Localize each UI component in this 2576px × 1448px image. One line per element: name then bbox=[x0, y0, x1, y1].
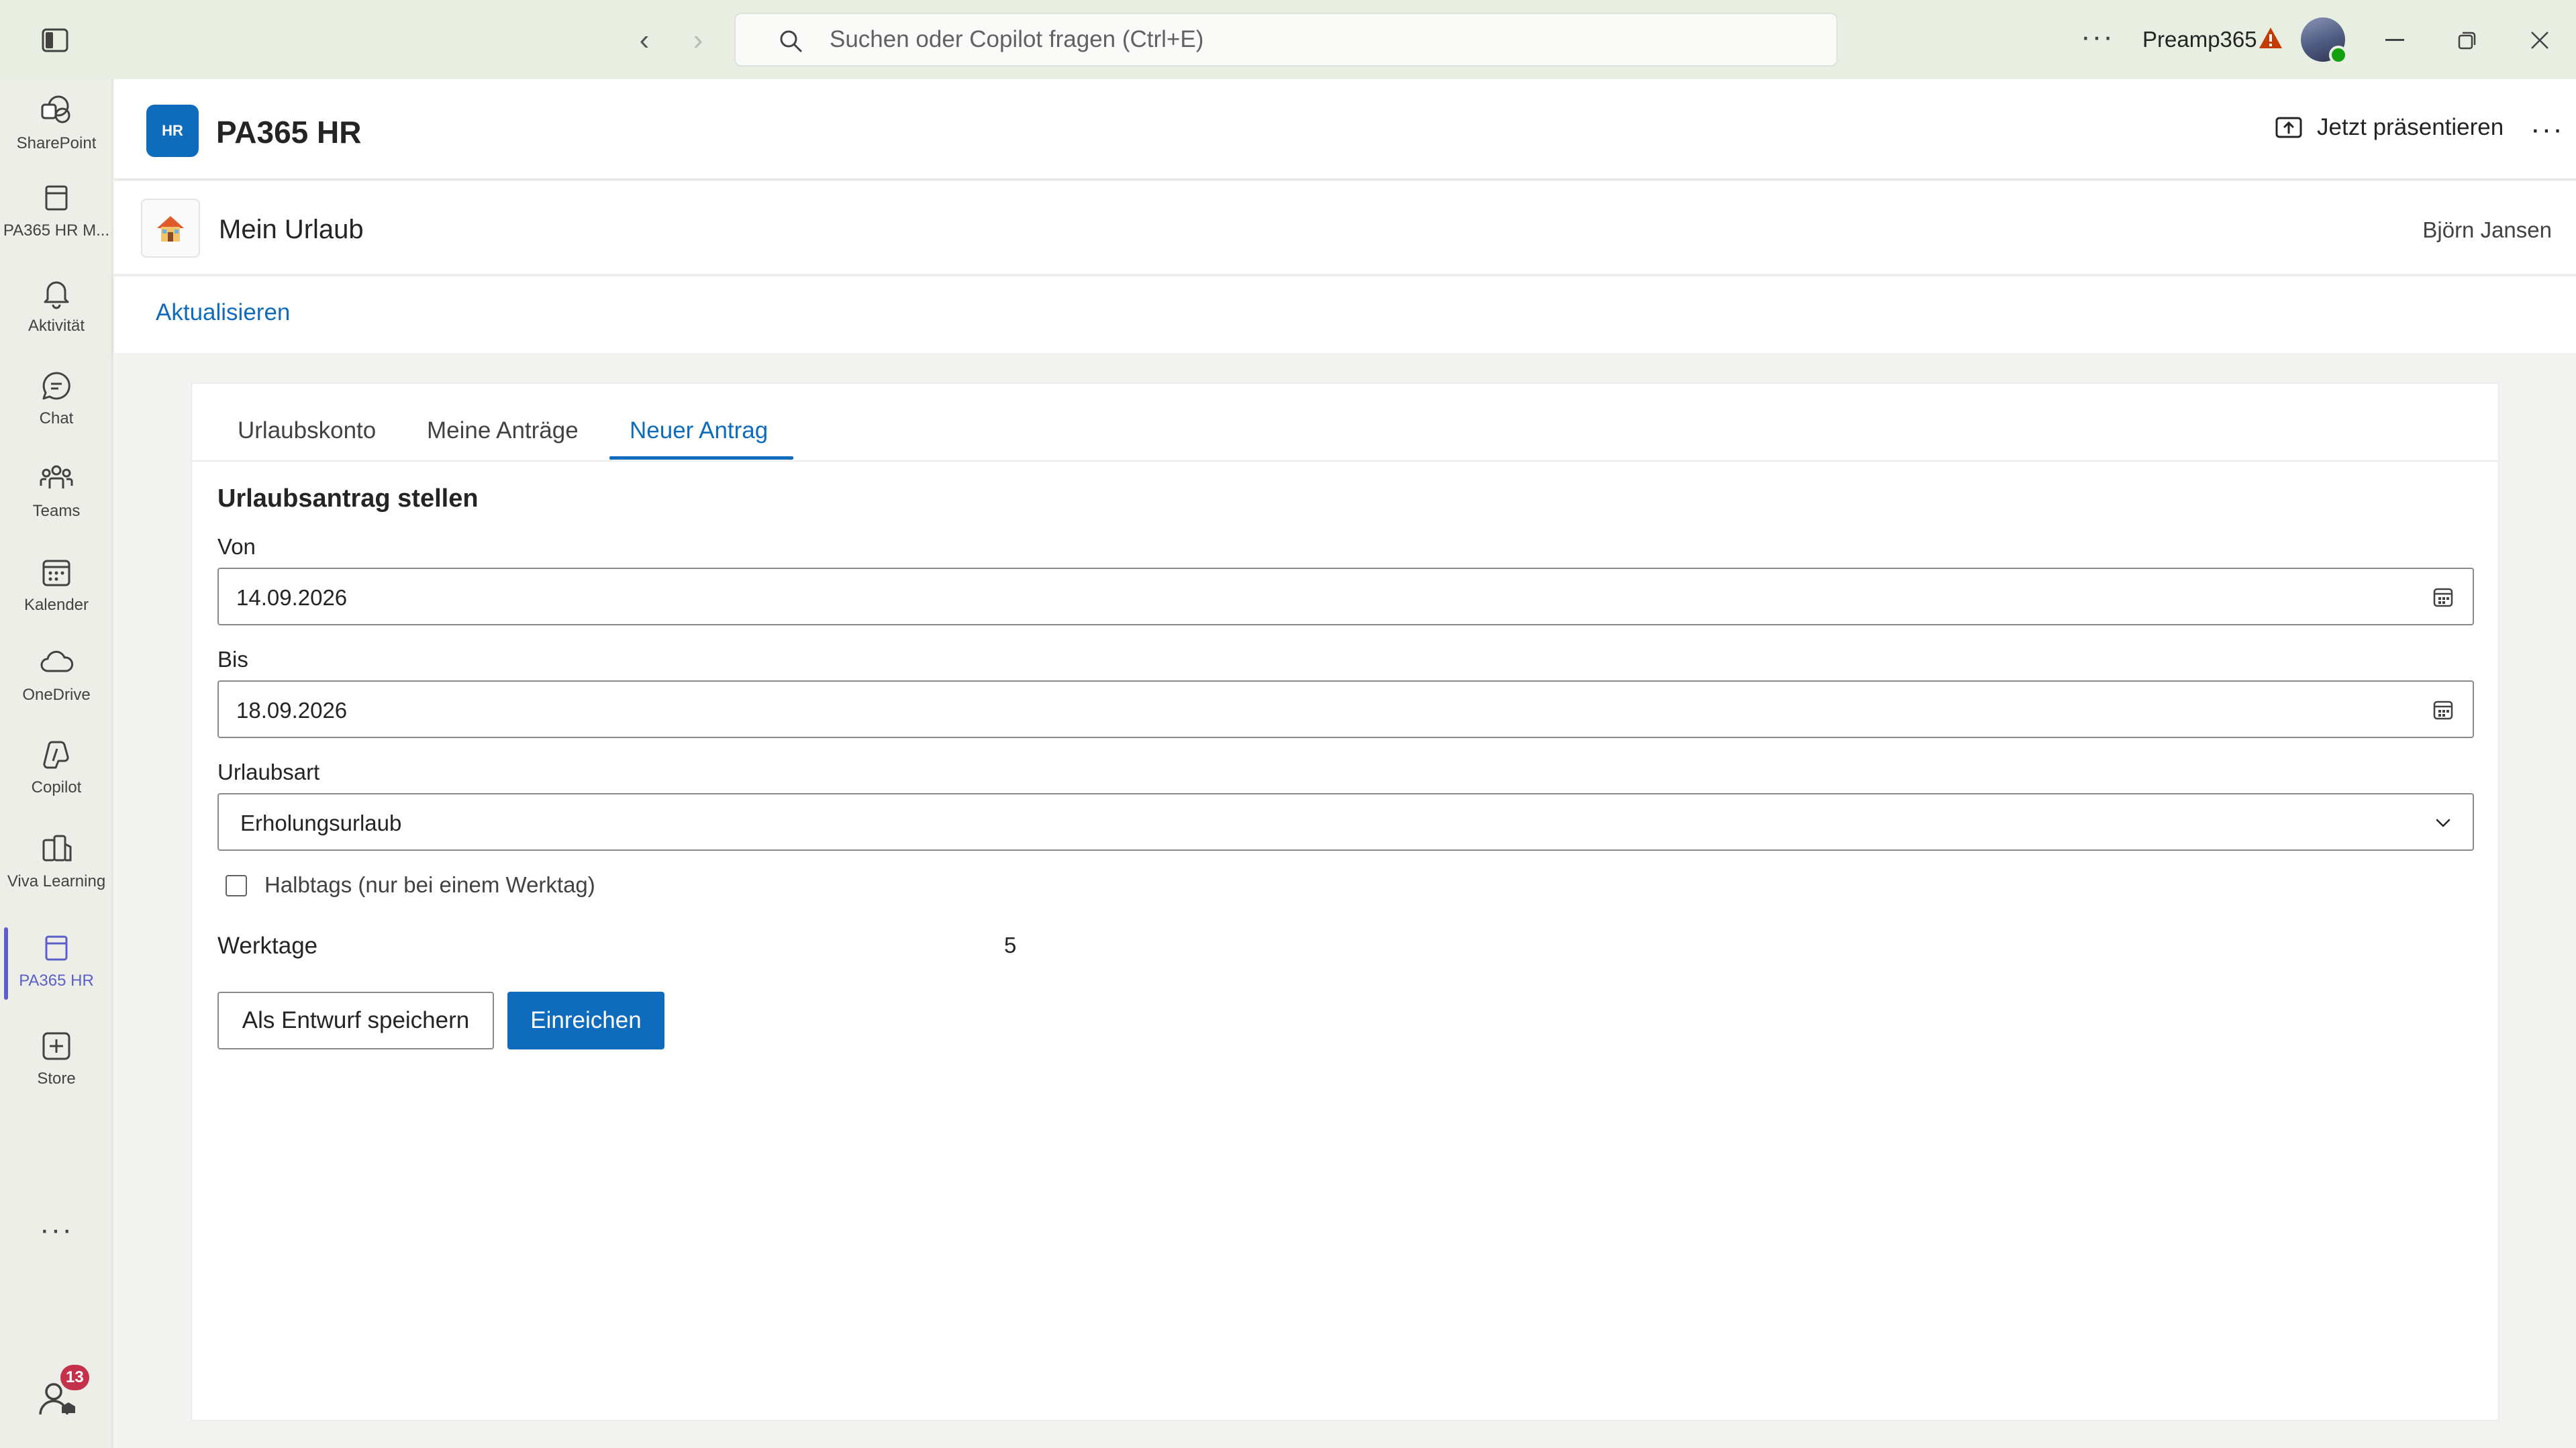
book-icon bbox=[42, 835, 72, 862]
rail-item-viva-learning[interactable]: Viva Learning bbox=[0, 817, 113, 904]
chevron-down-icon bbox=[2436, 819, 2450, 827]
vacation-type-label: Urlaubsart bbox=[217, 760, 320, 784]
half-day-checkbox[interactable] bbox=[226, 875, 247, 896]
tab-urlaubskonto[interactable]: Urlaubskonto bbox=[238, 417, 376, 444]
teams-icon bbox=[40, 465, 73, 488]
tab-neuer-antrag[interactable]: Neuer Antrag bbox=[630, 417, 768, 444]
calendar-icon[interactable] bbox=[2431, 698, 2455, 722]
refresh-link[interactable]: Aktualisieren bbox=[156, 299, 290, 326]
vacation-type-value: Erholungsurlaub bbox=[240, 811, 402, 835]
back-arrow-icon[interactable]: ‹ bbox=[624, 20, 664, 60]
from-date-input[interactable]: 14.09.2026 bbox=[217, 568, 2474, 625]
vacation-type-select[interactable]: Erholungsurlaub bbox=[217, 793, 2474, 851]
restore-icon[interactable] bbox=[2448, 21, 2486, 59]
rail-label: PA365 HR M... bbox=[3, 221, 110, 240]
close-icon[interactable] bbox=[2521, 21, 2559, 59]
rail-label: Chat bbox=[39, 409, 74, 427]
vacation-request-card: Urlaubskonto Meine Anträge Neuer Antrag … bbox=[191, 382, 2499, 1421]
app-logo: HR bbox=[146, 105, 199, 157]
half-day-label[interactable]: Halbtags (nur bei einem Werktag) bbox=[264, 872, 595, 898]
more-options-icon[interactable]: ··· bbox=[2081, 20, 2114, 54]
rail-more-icon[interactable]: ··· bbox=[0, 1213, 113, 1247]
search-bar[interactable]: Suchen oder Copilot fragen (Ctrl+E) bbox=[734, 13, 1838, 66]
rail-label: OneDrive bbox=[22, 686, 91, 704]
chat-icon bbox=[42, 372, 70, 400]
from-date-value: 14.09.2026 bbox=[236, 585, 348, 610]
minimize-icon[interactable] bbox=[2376, 21, 2414, 59]
bell-icon bbox=[44, 281, 69, 309]
search-placeholder: Suchen oder Copilot fragen (Ctrl+E) bbox=[830, 26, 1204, 52]
notification-badge: 13 bbox=[60, 1365, 89, 1390]
app-header: HR PA365 HR Jetzt präsentieren ··· bbox=[114, 79, 2576, 180]
rail-item-sharepoint[interactable]: SharePoint bbox=[0, 79, 113, 166]
app-rail: SharePoint PA365 HR M... Aktivität Chat … bbox=[0, 79, 113, 1448]
app-title: PA365 HR bbox=[216, 115, 362, 150]
org-name[interactable]: Preamp365 bbox=[2142, 27, 2257, 52]
present-now-button[interactable]: Jetzt präsentieren bbox=[2274, 113, 2504, 142]
rail-item-chat[interactable]: Chat bbox=[0, 354, 113, 442]
from-date-label: Von bbox=[217, 534, 256, 559]
rail-label: Aktivität bbox=[28, 317, 85, 335]
title-bar: ‹ › Suchen oder Copilot fragen (Ctrl+E) … bbox=[0, 0, 2576, 79]
workdays-label: Werktage bbox=[217, 933, 318, 959]
rail-item-onedrive[interactable]: OneDrive bbox=[0, 631, 113, 718]
tab-meine-antraege[interactable]: Meine Anträge bbox=[427, 417, 579, 444]
command-bar: Aktualisieren bbox=[114, 276, 2576, 353]
rail-label: Copilot bbox=[31, 778, 82, 796]
present-icon bbox=[2275, 117, 2302, 138]
rail-item-teams[interactable]: Teams bbox=[0, 447, 113, 534]
rail-item-pa365-hr[interactable]: PA365 HR bbox=[0, 917, 113, 1004]
to-date-label: Bis bbox=[217, 647, 248, 672]
form-title: Urlaubsantrag stellen bbox=[217, 484, 479, 513]
workdays-value: 5 bbox=[1004, 933, 1017, 958]
copilot-icon bbox=[43, 741, 69, 769]
rail-item-pa365-hr-m[interactable]: PA365 HR M... bbox=[0, 166, 113, 254]
user-avatar[interactable] bbox=[2301, 17, 2348, 64]
calendar-icon[interactable] bbox=[2431, 585, 2455, 609]
rail-label: PA365 HR bbox=[19, 972, 94, 990]
app-window-icon bbox=[45, 185, 68, 211]
more-options-icon[interactable]: ··· bbox=[2530, 113, 2564, 146]
rail-label: Kalender bbox=[23, 596, 89, 614]
to-date-input[interactable]: 18.09.2026 bbox=[217, 680, 2474, 738]
rail-item-calendar[interactable]: Kalender bbox=[0, 541, 113, 628]
calendar-icon bbox=[42, 560, 70, 586]
tab-bar: Urlaubskonto Meine Anträge Neuer Antrag bbox=[192, 384, 2498, 462]
rail-label: Viva Learning bbox=[7, 872, 106, 890]
rail-item-activity[interactable]: Aktivität bbox=[0, 262, 113, 349]
search-icon bbox=[780, 30, 802, 52]
rail-item-store[interactable]: Store bbox=[0, 1015, 113, 1102]
sharepoint-icon bbox=[41, 95, 70, 123]
page-header: Mein Urlaub Björn Jansen bbox=[114, 181, 2576, 275]
forward-arrow-icon[interactable]: › bbox=[678, 20, 718, 60]
app-window-icon bbox=[45, 935, 68, 961]
presence-available-icon bbox=[2329, 46, 2348, 64]
present-now-label: Jetzt präsentieren bbox=[2317, 114, 2504, 140]
sidebar-toggle-icon[interactable] bbox=[39, 24, 71, 56]
active-tab-indicator bbox=[609, 456, 793, 460]
to-date-value: 18.09.2026 bbox=[236, 698, 348, 723]
cloud-icon bbox=[40, 650, 74, 672]
page-title: Mein Urlaub bbox=[219, 215, 364, 244]
store-add-icon bbox=[42, 1032, 70, 1060]
rail-label: Store bbox=[37, 1070, 76, 1088]
save-draft-button[interactable]: Als Entwurf speichern bbox=[217, 992, 494, 1049]
current-user-name: Björn Jansen bbox=[2422, 217, 2552, 242]
warning-icon[interactable] bbox=[2258, 25, 2283, 51]
rail-label: SharePoint bbox=[16, 134, 97, 152]
rail-item-copilot[interactable]: Copilot bbox=[0, 723, 113, 811]
rail-label: Teams bbox=[32, 502, 81, 520]
submit-button[interactable]: Einreichen bbox=[507, 992, 664, 1049]
house-icon bbox=[141, 199, 200, 258]
